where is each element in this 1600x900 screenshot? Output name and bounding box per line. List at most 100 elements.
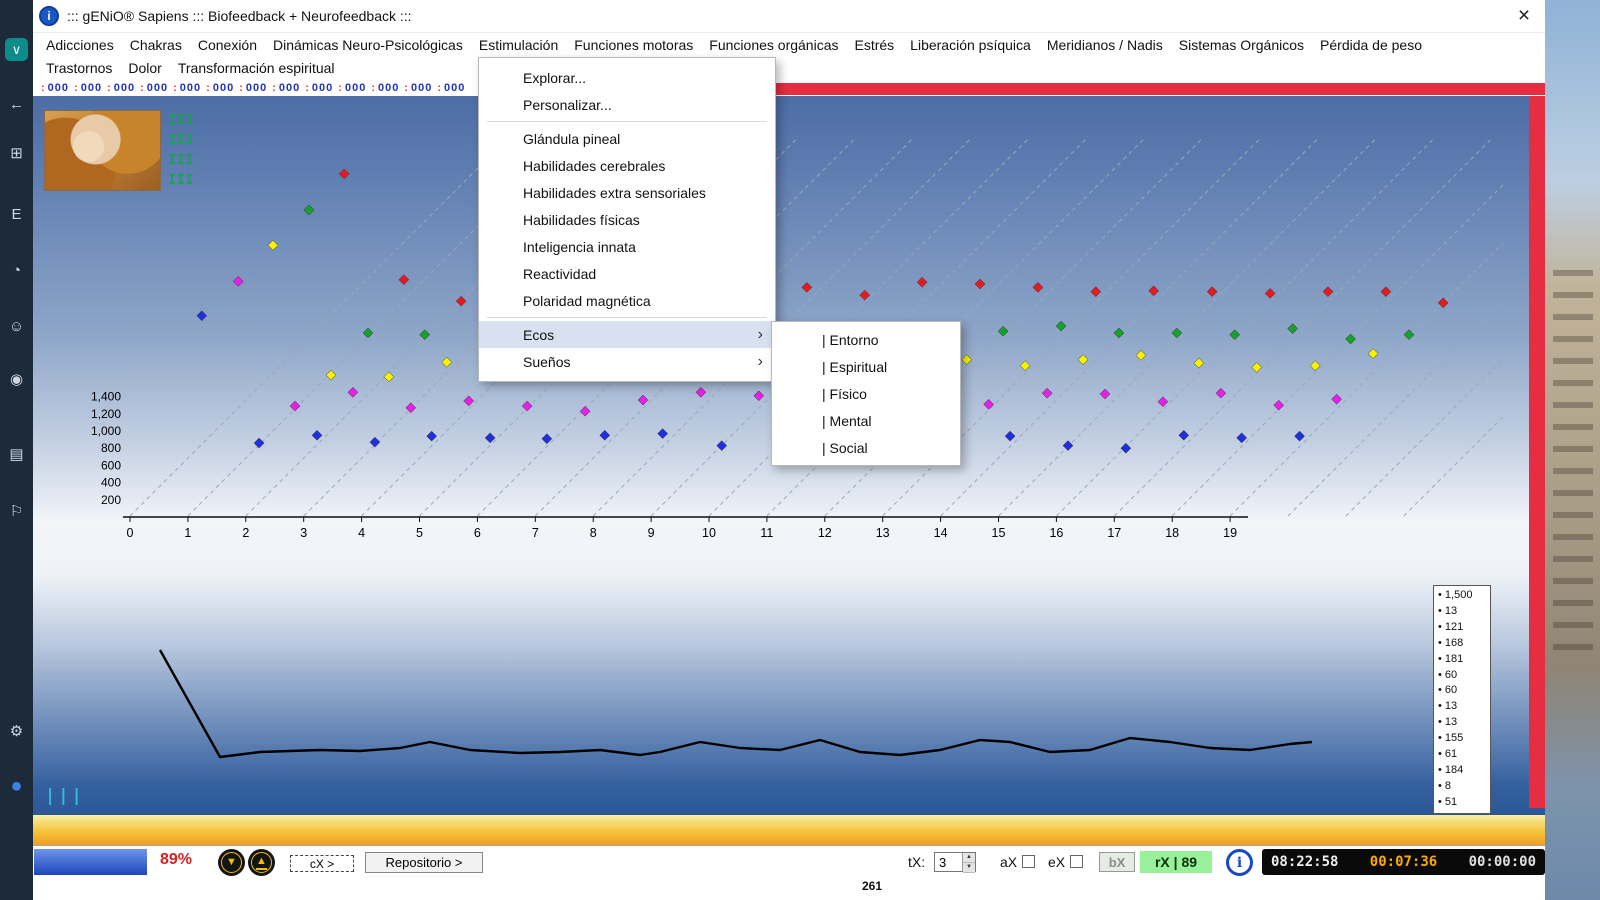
menu-estrés[interactable]: Estrés	[846, 37, 902, 53]
back-arrow-icon[interactable]: ←	[0, 96, 33, 113]
down-button[interactable]: ▼	[218, 849, 245, 876]
submenuitem-espiritual[interactable]: | Espiritual	[772, 353, 960, 380]
svg-text:6: 6	[474, 526, 481, 540]
data-point-magenta	[1158, 397, 1168, 407]
bx-button[interactable]: bX	[1099, 852, 1135, 872]
menu-dinámicas-neuro-psicológicas[interactable]: Dinámicas Neuro-Psicológicas	[265, 37, 471, 53]
svg-text:9: 9	[648, 526, 655, 540]
value-row: • 51	[1438, 795, 1490, 811]
data-point-yellow	[326, 370, 336, 380]
menuitem-personalizar[interactable]: Personalizar...	[479, 91, 775, 118]
screen: ∨←⊞E◔☺◉▤⚐⚙● i ::: gENiO® Sapiens ::: Bio…	[0, 0, 1600, 900]
svg-text:17: 17	[1107, 526, 1121, 540]
svg-text:600: 600	[101, 458, 121, 472]
data-point-red	[802, 282, 812, 292]
menuitem-habilidades-físicas[interactable]: Habilidades físicas	[479, 206, 775, 233]
face-icon[interactable]: ☺	[0, 318, 33, 335]
data-point-red	[975, 279, 985, 289]
menu-estimulación[interactable]: Estimulación	[471, 37, 566, 53]
menuitem-habilidades-extra-sensoriales[interactable]: Habilidades extra sensoriales	[479, 179, 775, 206]
close-button[interactable]: ×	[1503, 0, 1545, 33]
svg-text:19: 19	[1223, 526, 1237, 540]
counter-separator: :	[272, 82, 277, 94]
menu-chakras[interactable]: Chakras	[122, 37, 190, 53]
menu-meridianos-nadis[interactable]: Meridianos / Nadis	[1039, 37, 1171, 53]
counter-value: 000	[48, 82, 69, 94]
progress-percent: 89%	[160, 851, 192, 869]
dial-icon[interactable]: ◔	[0, 262, 33, 279]
counter-value: 000	[246, 82, 267, 94]
menu-funciones-orgánicas[interactable]: Funciones orgánicas	[701, 37, 846, 53]
people-icon[interactable]: ◉	[0, 370, 33, 388]
ex-checkbox[interactable]	[1070, 855, 1083, 868]
iii-mark: III	[168, 151, 194, 171]
svg-text:1: 1	[184, 526, 191, 540]
tx-spinner[interactable]: 3 ▲ ▼	[934, 852, 976, 872]
menu-transformación-espiritual[interactable]: Transformación espiritual	[170, 60, 343, 76]
data-point-blue	[717, 441, 727, 451]
data-point-yellow	[1078, 355, 1088, 365]
svg-text:5: 5	[416, 526, 423, 540]
menuitem-glándula-pineal[interactable]: Glándula pineal	[479, 125, 775, 152]
data-point-green	[1172, 328, 1182, 338]
data-point-yellow	[1252, 362, 1262, 372]
menuitem-sueños[interactable]: Sueños›	[479, 348, 775, 375]
cx-button[interactable]: cX >	[290, 855, 354, 872]
value-row: • 61	[1438, 747, 1490, 763]
data-point-magenta	[348, 387, 358, 397]
svg-text:7: 7	[532, 526, 539, 540]
spinner-up-icon[interactable]: ▲	[963, 853, 975, 863]
submenuitem-físico[interactable]: | Físico	[772, 380, 960, 407]
data-point-blue	[1179, 430, 1189, 440]
menuitem-polaridad-magnética[interactable]: Polaridad magnética	[479, 287, 775, 314]
flag-icon[interactable]: ⚐	[0, 502, 33, 520]
menu-sistemas-orgánicos[interactable]: Sistemas Orgánicos	[1171, 37, 1312, 53]
apps-grid-icon[interactable]: ⊞	[0, 144, 33, 162]
title-bar: i ::: gENiO® Sapiens ::: Biofeedback + N…	[33, 0, 1545, 33]
menu-dolor[interactable]: Dolor	[120, 60, 169, 76]
menu-liberación-psíquica[interactable]: Liberación psíquica	[902, 37, 1039, 53]
counter-separator: :	[437, 82, 442, 94]
info-button[interactable]: i	[1226, 849, 1253, 876]
eject-button[interactable]: ▲	[248, 849, 275, 876]
spinner-down-icon[interactable]: ▼	[963, 863, 975, 873]
ecos-submenu: | Entorno| Espiritual| Físico| Mental| S…	[771, 321, 961, 466]
ax-checkbox[interactable]	[1022, 855, 1035, 868]
submenuitem-mental[interactable]: | Mental	[772, 407, 960, 434]
data-point-blue	[485, 433, 495, 443]
collapse-chevron-icon[interactable]: ∨	[5, 38, 28, 61]
submenuitem-entorno[interactable]: | Entorno	[772, 326, 960, 353]
counter-item: :000	[371, 82, 399, 94]
counter-item: :000	[272, 82, 300, 94]
menu-funciones-motoras[interactable]: Funciones motoras	[566, 37, 701, 53]
menuitem-inteligencia-innata[interactable]: Inteligencia innata	[479, 233, 775, 260]
data-point-magenta	[464, 396, 474, 406]
counter-value: 000	[213, 82, 234, 94]
green-marks: IIIIIIIIIIII	[168, 111, 194, 191]
menuitem-ecos[interactable]: Ecos›	[479, 321, 775, 348]
settings-gear-icon[interactable]: ⚙	[0, 722, 33, 740]
app-icon: i	[39, 6, 59, 26]
data-point-red	[1207, 287, 1217, 297]
menuitem-reactividad[interactable]: Reactividad	[479, 260, 775, 287]
document-icon[interactable]: ▤	[0, 445, 33, 463]
x-tick-labels: 012345678910111213141516171819	[127, 517, 1238, 540]
data-point-red	[1091, 287, 1101, 297]
menu-pérdida-de-peso[interactable]: Pérdida de peso	[1312, 37, 1430, 53]
counter-separator: :	[173, 82, 178, 94]
counter-value: 000	[114, 82, 135, 94]
elapsed-time: 00:00:00	[1469, 854, 1536, 870]
menu-conexión[interactable]: Conexión	[190, 37, 265, 53]
spinner-arrows-icon[interactable]: ▲ ▼	[962, 853, 975, 871]
window-title: ::: gENiO® Sapiens ::: Biofeedback + Neu…	[67, 8, 412, 24]
menuitem-habilidades-cerebrales[interactable]: Habilidades cerebrales	[479, 152, 775, 179]
profile-icon[interactable]: ●	[0, 775, 33, 798]
repositorio-button[interactable]: Repositorio >	[365, 852, 483, 873]
menuitem-explorar[interactable]: Explorar...	[479, 64, 775, 91]
chart-area: IIIIIIIIIIII ||| • 1,500• 13• 121• 168• …	[33, 96, 1545, 845]
e-logo-icon[interactable]: E	[0, 206, 33, 223]
menu-trastornos[interactable]: Trastornos	[38, 60, 120, 76]
partial-text: 261	[862, 879, 882, 893]
submenuitem-social[interactable]: | Social	[772, 434, 960, 461]
menu-adicciones[interactable]: Adicciones	[38, 37, 122, 53]
